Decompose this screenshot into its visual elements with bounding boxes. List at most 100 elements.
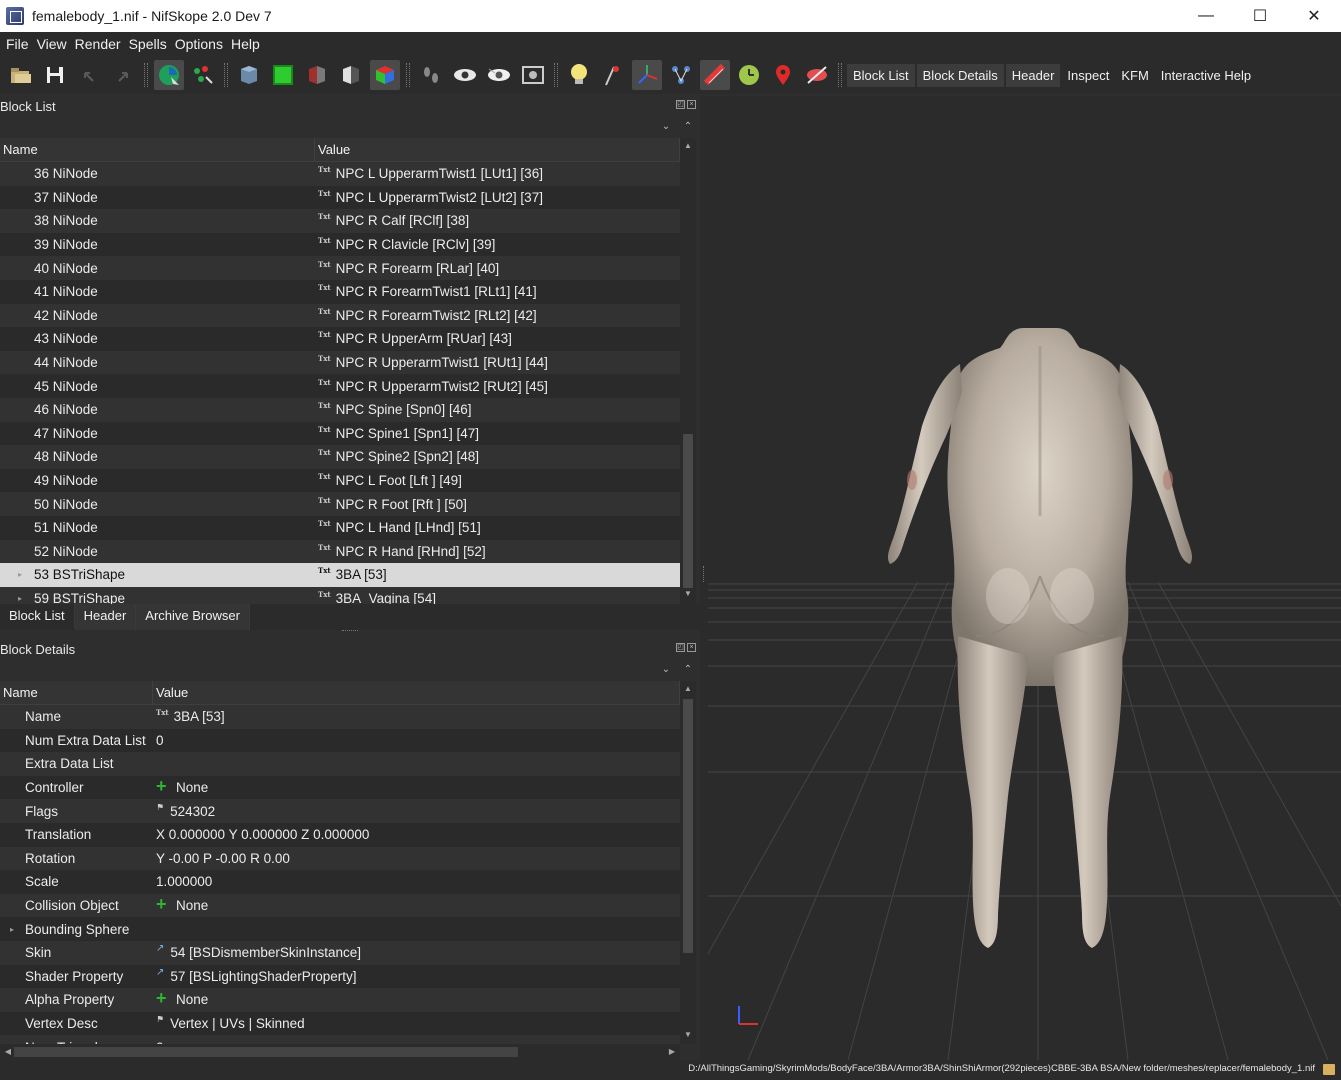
chevron-up-icon[interactable]: ⌃ bbox=[682, 664, 694, 676]
expand-arrow-icon[interactable]: ▸ bbox=[14, 570, 26, 579]
block-list-row[interactable]: ▸ 59 BSTriShape Txt 3BA_Vagina [54] bbox=[0, 586, 696, 604]
column-value-header[interactable]: Value bbox=[315, 138, 680, 161]
detail-row[interactable]: Skin ↗ 54 [BSDismemberSkinInstance] bbox=[0, 940, 696, 965]
block-list-row[interactable]: 48 NiNode Txt NPC Spine2 [Spn2] [48] bbox=[0, 445, 696, 469]
select-vertex-icon[interactable] bbox=[188, 60, 218, 90]
column-value-header[interactable]: Value bbox=[153, 681, 680, 704]
undo-icon[interactable] bbox=[74, 60, 104, 90]
menu-file[interactable]: File bbox=[2, 36, 33, 52]
chevron-down-icon[interactable]: ⌄ bbox=[660, 664, 672, 676]
eye-alt-icon[interactable] bbox=[484, 60, 514, 90]
column-name-header[interactable]: Name bbox=[0, 681, 153, 704]
block-list-scrollbar[interactable]: ▲ ▼ bbox=[680, 138, 696, 604]
nodes-icon[interactable] bbox=[666, 60, 696, 90]
block-list-row[interactable]: 40 NiNode Txt NPC R Forearm [RLar] [40] bbox=[0, 256, 696, 280]
scroll-down-arrow-icon[interactable]: ▼ bbox=[682, 1029, 694, 1041]
detail-row[interactable]: Scale 1.000000 bbox=[0, 870, 696, 894]
detail-row[interactable]: Collision Object + None bbox=[0, 893, 696, 918]
detail-value-cell[interactable]: 0 bbox=[153, 733, 680, 748]
block-list-row[interactable]: 39 NiNode Txt NPC R Clavicle [RClv] [39] bbox=[0, 232, 696, 257]
toggle-header[interactable]: Header bbox=[1005, 63, 1061, 87]
select-object-icon[interactable] bbox=[154, 60, 184, 90]
location-pin-icon[interactable] bbox=[768, 60, 798, 90]
hide-icon[interactable] bbox=[802, 60, 832, 90]
tab-archive-browser[interactable]: Archive Browser bbox=[136, 604, 250, 630]
splitter-handle[interactable] bbox=[342, 630, 358, 634]
detail-row[interactable]: Num Extra Data List 0 bbox=[0, 728, 696, 753]
expand-arrow-icon[interactable]: ▸ bbox=[6, 925, 18, 934]
scroll-thumb[interactable] bbox=[683, 699, 693, 953]
block-list-row[interactable]: 37 NiNode Txt NPC L UpperarmTwist2 [LUt2] … bbox=[0, 185, 696, 210]
save-icon[interactable] bbox=[40, 60, 70, 90]
minimize-button[interactable]: — bbox=[1179, 0, 1233, 32]
detail-row[interactable]: ▸ Bounding Sphere bbox=[0, 917, 696, 941]
detail-value-cell[interactable]: X 0.000000 Y 0.000000 Z 0.000000 bbox=[153, 827, 680, 842]
detail-value-cell[interactable]: ↻ bbox=[153, 762, 680, 765]
detail-row[interactable]: Num Triangles0 bbox=[0, 1035, 696, 1044]
close-dock-icon[interactable]: × bbox=[687, 643, 696, 652]
block-list-row[interactable]: 47 NiNode Txt NPC Spine1 [Spn1] [47] bbox=[0, 421, 696, 446]
detail-row[interactable]: Controller + None bbox=[0, 775, 696, 800]
block-list-row[interactable]: 38 NiNode Txt NPC R Calf [RClf] [38] bbox=[0, 209, 696, 233]
column-name-header[interactable]: Name bbox=[0, 138, 315, 161]
block-list-row[interactable]: 41 NiNode Txt NPC R ForearmTwist1 [RLt1] [… bbox=[0, 279, 696, 304]
detail-row[interactable]: Vertex Desc ⚑ Vertex | UVs | Skinned bbox=[0, 1011, 696, 1036]
hscroll-thumb[interactable] bbox=[14, 1047, 518, 1057]
pin-marker-icon[interactable] bbox=[598, 60, 628, 90]
block-list-row[interactable]: 52 NiNode Txt NPC R Hand [RHnd] [52] bbox=[0, 539, 696, 564]
block-list-row[interactable]: 42 NiNode Txt NPC R ForearmTwist2 [RLt2] [… bbox=[0, 303, 696, 328]
tab-block-list[interactable]: Block List bbox=[0, 604, 75, 630]
detail-value-cell[interactable]: + None bbox=[153, 992, 680, 1007]
close-dock-icon[interactable]: × bbox=[687, 100, 696, 109]
detail-value-cell[interactable]: ↗ 57 [BSLightingShaderProperty] bbox=[153, 969, 680, 984]
detail-row[interactable]: Translation X 0.000000 Y 0.000000 Z 0.000… bbox=[0, 822, 696, 847]
toggle-inspect[interactable]: Inspect bbox=[1062, 65, 1114, 86]
block-list-row[interactable]: 45 NiNode Txt NPC R UpperarmTwist2 [RUt2] … bbox=[0, 374, 696, 398]
detail-value-cell[interactable]: ⚑ Vertex | UVs | Skinned bbox=[153, 1016, 680, 1031]
detail-value-cell[interactable]: Y -0.00 P -0.00 R 0.00 bbox=[153, 851, 680, 866]
detail-value-cell[interactable]: ⚑ 524302 bbox=[153, 804, 680, 819]
float-icon[interactable]: ◰ bbox=[676, 100, 685, 109]
detail-row[interactable]: Flags ⚑ 524302 bbox=[0, 799, 696, 823]
block-list-row[interactable]: 44 NiNode Txt NPC R UpperarmTwist1 [RUt1] … bbox=[0, 350, 696, 375]
wireframe-icon[interactable] bbox=[700, 60, 730, 90]
detail-value-cell[interactable]: ↗ 54 [BSDismemberSkinInstance] bbox=[153, 945, 680, 960]
block-list-row[interactable]: 49 NiNode Txt NPC L Foot [Lft ] [49] bbox=[0, 468, 696, 493]
scroll-down-arrow-icon[interactable]: ▼ bbox=[682, 588, 694, 600]
detail-row[interactable]: Shader Property ↗ 57 [BSLightingShaderProp… bbox=[0, 964, 696, 989]
block-list-row[interactable]: 36 NiNode Txt NPC L UpperarmTwist1 [LUt1] … bbox=[0, 162, 696, 186]
toggle-interactive-help[interactable]: Interactive Help bbox=[1156, 65, 1256, 86]
cube-half-icon[interactable] bbox=[336, 60, 366, 90]
screenshot-icon[interactable] bbox=[518, 60, 548, 90]
toggle-kfm[interactable]: KFM bbox=[1116, 65, 1153, 86]
scroll-up-arrow-icon[interactable]: ▲ bbox=[682, 683, 694, 695]
scroll-up-arrow-icon[interactable]: ▲ bbox=[682, 140, 694, 152]
cube-color-icon[interactable] bbox=[370, 60, 400, 90]
block-list-row[interactable]: 50 NiNode Txt NPC R Foot [Rft ] [50] bbox=[0, 492, 696, 516]
tab-header[interactable]: Header bbox=[74, 604, 137, 630]
toggle-block-details[interactable]: Block Details bbox=[916, 63, 1004, 87]
clock-green-icon[interactable] bbox=[734, 60, 764, 90]
menu-view[interactable]: View bbox=[33, 36, 71, 52]
detail-value-cell[interactable]: Txt 3BA [53] bbox=[153, 709, 680, 724]
eye-icon[interactable] bbox=[450, 60, 480, 90]
detail-row[interactable]: Name Txt 3BA [53] bbox=[0, 705, 696, 729]
footprints-icon[interactable] bbox=[416, 60, 446, 90]
open-folder-icon[interactable] bbox=[6, 60, 36, 90]
expand-arrow-icon[interactable]: ▸ bbox=[14, 594, 26, 603]
detail-row[interactable]: Extra Data List ↻ bbox=[0, 752, 696, 776]
redo-icon[interactable] bbox=[108, 60, 138, 90]
scroll-thumb[interactable] bbox=[683, 434, 693, 588]
block-list-row[interactable]: 46 NiNode Txt NPC Spine [Spn0] [46] bbox=[0, 397, 696, 422]
block-list-row[interactable]: ▸ 53 BSTriShape Txt 3BA [53] bbox=[0, 563, 696, 587]
render-viewport[interactable] bbox=[708, 96, 1341, 1060]
block-list-row[interactable]: 51 NiNode Txt NPC L Hand [LHnd] [51] bbox=[0, 515, 696, 540]
menu-render[interactable]: Render bbox=[71, 36, 125, 52]
menu-spells[interactable]: Spells bbox=[125, 36, 171, 52]
block-details-hscrollbar[interactable]: ◀ ▶ bbox=[0, 1044, 680, 1060]
maximize-button[interactable]: ☐ bbox=[1233, 0, 1287, 32]
menu-options[interactable]: Options bbox=[171, 36, 227, 52]
block-list-row[interactable]: 43 NiNode Txt NPC R UpperArm [RUar] [43] bbox=[0, 327, 696, 351]
scroll-left-arrow-icon[interactable]: ◀ bbox=[2, 1046, 14, 1058]
detail-value-cell[interactable]: + None bbox=[153, 780, 680, 795]
